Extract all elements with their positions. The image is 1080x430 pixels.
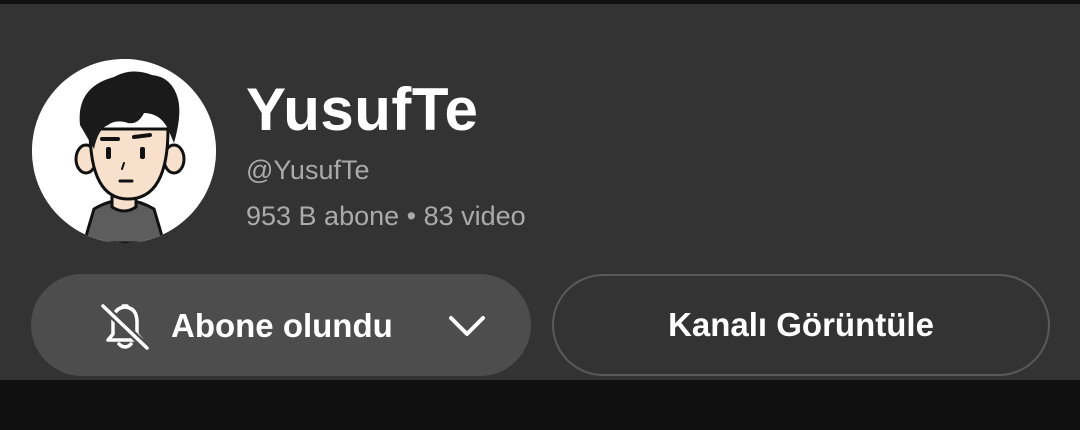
channel-avatar[interactable] <box>32 59 216 243</box>
chevron-down-icon <box>449 316 485 336</box>
subscribed-button-label: Abone olundu <box>171 307 393 344</box>
view-channel-button-label: Kanalı Görüntüle <box>668 306 934 343</box>
channel-stats: 953 B abone • 83 video <box>246 201 526 231</box>
bottom-background <box>0 380 1080 430</box>
bell-off-icon <box>100 303 150 351</box>
channel-name: YusufTe <box>246 76 479 143</box>
view-channel-button[interactable]: Kanalı Görüntüle <box>552 274 1050 376</box>
channel-handle: @YusufTe <box>246 155 370 185</box>
avatar-illustration <box>32 59 216 243</box>
subscribed-button[interactable]: Abone olundu <box>31 274 531 376</box>
channel-header-card: YusufTe @YusufTe 953 B abone • 83 video … <box>0 4 1080 380</box>
